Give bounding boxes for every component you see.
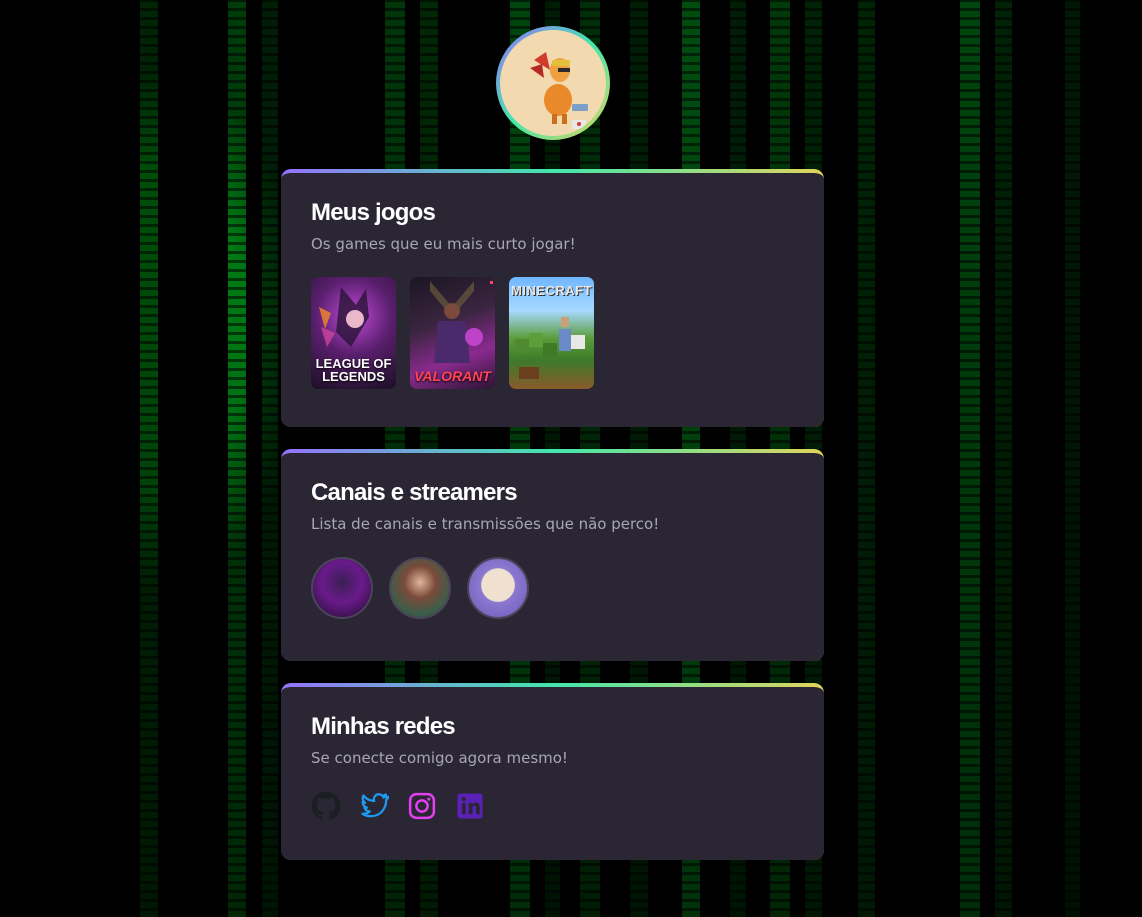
social-card: Minhas redes Se conecte comigo agora mes…: [281, 683, 824, 860]
profile-avatar-image: [500, 30, 606, 136]
twitter-link[interactable]: [359, 791, 389, 821]
channel-avatar-2[interactable]: [389, 557, 451, 619]
github-icon: [311, 791, 341, 820]
game-label: LEAGUE OF LEGENDS: [315, 356, 392, 384]
instagram-link[interactable]: [407, 791, 437, 821]
profile-avatar: [496, 26, 610, 140]
linkedin-link[interactable]: [455, 791, 485, 821]
channels-card: Canais e streamers Lista de canais e tra…: [281, 449, 824, 661]
games-subtitle: Os games que eu mais curto jogar!: [311, 235, 576, 253]
game-label: MINECRAFT: [510, 283, 593, 298]
channels-list: [311, 557, 794, 619]
social-links: [311, 791, 794, 821]
game-minecraft[interactable]: MINECRAFT: [509, 277, 594, 389]
github-link[interactable]: [311, 791, 341, 821]
games-list: LEAGUE OF LEGENDS VALORANT MINECRAFT: [311, 277, 794, 389]
channel-avatar-1[interactable]: [311, 557, 373, 619]
games-title: Meus jogos: [311, 199, 436, 226]
linkedin-icon: [457, 793, 483, 819]
games-card: Meus jogos Os games que eu mais curto jo…: [281, 169, 824, 427]
game-label: VALORANT: [414, 368, 491, 384]
channels-subtitle: Lista de canais e transmissões que não p…: [311, 515, 660, 533]
channel-avatar-3[interactable]: [467, 557, 529, 619]
social-subtitle: Se conecte comigo agora mesmo!: [311, 749, 568, 767]
instagram-icon: [408, 792, 436, 820]
twitter-icon: [361, 793, 389, 818]
game-league-of-legends[interactable]: LEAGUE OF LEGENDS: [311, 277, 396, 389]
dog-illustration: [530, 52, 588, 129]
channels-title: Canais e streamers: [311, 479, 518, 506]
social-title: Minhas redes: [311, 713, 456, 740]
game-valorant[interactable]: VALORANT: [410, 277, 495, 389]
